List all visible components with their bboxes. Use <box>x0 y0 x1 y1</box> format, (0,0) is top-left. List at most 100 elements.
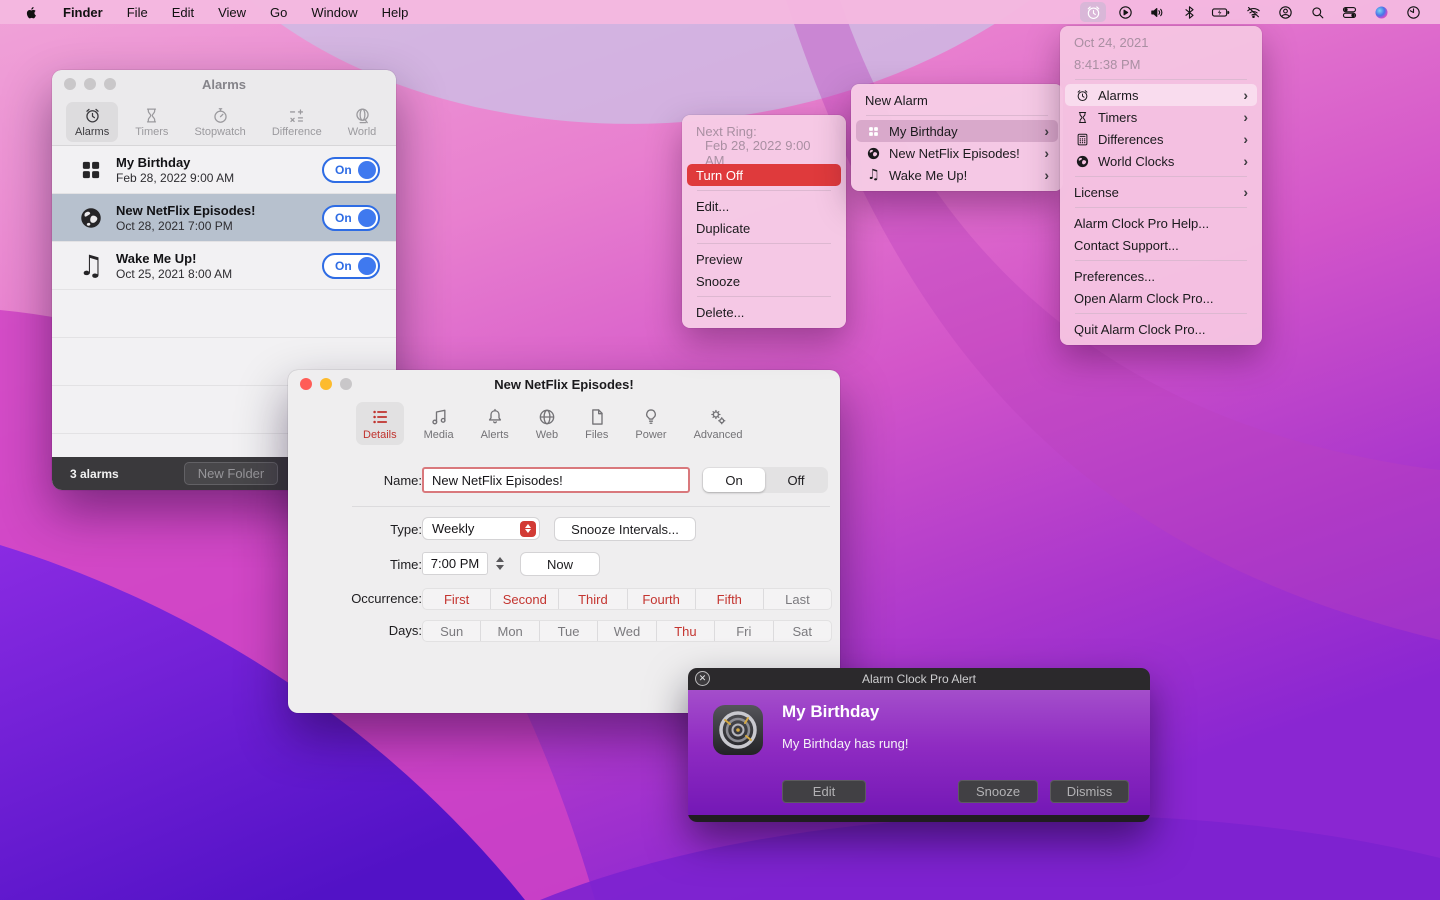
snooze-button[interactable]: Snooze <box>958 780 1038 803</box>
menu-item-help[interactable]: Alarm Clock Pro Help... <box>1065 212 1257 234</box>
zoom-button[interactable] <box>104 78 116 90</box>
toolbar-world[interactable]: World <box>339 102 386 142</box>
battery-charging-icon[interactable] <box>1208 2 1234 22</box>
menu-item-license[interactable]: License› <box>1065 181 1257 203</box>
menu-go[interactable]: Go <box>258 0 299 24</box>
globe-icon <box>865 145 882 162</box>
snooze-intervals-button[interactable]: Snooze Intervals... <box>554 517 696 541</box>
occurrence-third[interactable]: Third <box>558 589 626 609</box>
occurrence-second[interactable]: Second <box>490 589 558 609</box>
tab-details[interactable]: Details <box>356 402 404 445</box>
menu-item-quit[interactable]: Quit Alarm Clock Pro... <box>1065 318 1257 340</box>
alarm-title: My Birthday <box>116 155 234 170</box>
day-sun[interactable]: Sun <box>423 621 480 641</box>
menu-finder[interactable]: Finder <box>51 0 115 24</box>
world-icon <box>353 106 372 125</box>
volume-icon[interactable] <box>1144 2 1170 22</box>
day-sat[interactable]: Sat <box>773 621 831 641</box>
on-segment[interactable]: On <box>703 468 765 492</box>
alarm-row-wake-me-up[interactable]: ♫ Wake Me Up! Oct 25, 2021 8:00 AM On <box>52 242 396 290</box>
alert-footer <box>688 815 1150 822</box>
apple-menu[interactable] <box>12 0 51 24</box>
tab-power[interactable]: Power <box>628 402 673 445</box>
toolbar-stopwatch[interactable]: Stopwatch <box>185 102 254 142</box>
alarm-row-my-birthday[interactable]: My Birthday Feb 28, 2022 9:00 AM On <box>52 146 396 194</box>
menu-file[interactable]: File <box>115 0 160 24</box>
menu-item-duplicate[interactable]: Duplicate <box>687 217 841 239</box>
alarm-toggle[interactable]: On <box>322 253 380 279</box>
day-fri[interactable]: Fri <box>714 621 772 641</box>
menu-item-preferences[interactable]: Preferences... <box>1065 265 1257 287</box>
now-button[interactable]: Now <box>520 552 600 576</box>
alarm-toggle[interactable]: On <box>322 157 380 183</box>
alarm-editor-window: New NetFlix Episodes! Details Media Aler… <box>288 370 840 713</box>
off-segment[interactable]: Off <box>765 468 827 492</box>
day-tue[interactable]: Tue <box>539 621 597 641</box>
minimize-button[interactable] <box>84 78 96 90</box>
menu-edit[interactable]: Edit <box>160 0 206 24</box>
toolbar-difference[interactable]: Difference <box>263 102 331 142</box>
tab-alerts[interactable]: Alerts <box>474 402 516 445</box>
menu-item-alarms[interactable]: Alarms› <box>1065 84 1257 106</box>
occurrence-fifth[interactable]: Fifth <box>695 589 763 609</box>
bluetooth-icon[interactable] <box>1176 2 1202 22</box>
menu-item-my-birthday[interactable]: My Birthday› <box>856 120 1058 142</box>
menu-view[interactable]: View <box>206 0 258 24</box>
tab-web[interactable]: Web <box>529 402 565 445</box>
menu-item-edit[interactable]: Edit... <box>687 195 841 217</box>
submenu-chevron-icon: › <box>1044 145 1049 161</box>
dropdown-arrows-icon <box>520 521 536 537</box>
edit-button[interactable]: Edit <box>782 780 866 803</box>
tab-advanced[interactable]: Advanced <box>687 402 750 445</box>
search-icon[interactable] <box>1304 2 1330 22</box>
menu-window[interactable]: Window <box>299 0 369 24</box>
menu-item-differences[interactable]: Differences› <box>1065 128 1257 150</box>
menu-item-new-netflix[interactable]: New NetFlix Episodes!› <box>856 142 1058 164</box>
wifi-off-icon[interactable] <box>1240 2 1266 22</box>
type-dropdown[interactable]: Weekly <box>422 517 540 540</box>
toolbar-timers[interactable]: Timers <box>126 102 177 142</box>
alarm-toggle[interactable]: On <box>322 205 380 231</box>
menu-item-snooze[interactable]: Snooze <box>687 270 841 292</box>
menu-item-open-alarm-clock-pro[interactable]: Open Alarm Clock Pro... <box>1065 287 1257 309</box>
toolbar-alarms[interactable]: Alarms <box>66 102 118 142</box>
alarm-row-netflix[interactable]: New NetFlix Episodes! Oct 28, 2021 7:00 … <box>52 194 396 242</box>
close-button[interactable] <box>64 78 76 90</box>
occurrence-fourth[interactable]: Fourth <box>627 589 695 609</box>
time-field[interactable]: 7:00 PM <box>422 552 488 575</box>
occurrence-first[interactable]: First <box>423 589 490 609</box>
menu-date: Oct 24, 2021 <box>1065 31 1257 53</box>
user-circle-icon[interactable] <box>1272 2 1298 22</box>
occurrence-last[interactable]: Last <box>763 589 831 609</box>
siri-icon[interactable] <box>1368 2 1394 22</box>
control-center-icon[interactable] <box>1336 2 1362 22</box>
menu-item-timers[interactable]: Timers› <box>1065 106 1257 128</box>
menu-item-wake-me-up[interactable]: ♫ Wake Me Up!› <box>856 164 1058 186</box>
new-alarm-header[interactable]: New Alarm <box>856 89 1058 111</box>
play-circle-icon[interactable] <box>1112 2 1138 22</box>
clock-icon[interactable] <box>1400 2 1426 22</box>
dismiss-button[interactable]: Dismiss <box>1050 780 1129 803</box>
tab-files[interactable]: Files <box>578 402 615 445</box>
menu-help[interactable]: Help <box>370 0 421 24</box>
menu-item-preview[interactable]: Preview <box>687 248 841 270</box>
day-thu[interactable]: Thu <box>656 621 714 641</box>
menu-item-world-clocks[interactable]: World Clocks› <box>1065 150 1257 172</box>
bulb-icon <box>641 407 661 427</box>
minimize-button[interactable] <box>320 378 332 390</box>
close-icon[interactable]: ✕ <box>695 671 710 686</box>
close-button[interactable] <box>300 378 312 390</box>
name-input[interactable] <box>422 467 690 493</box>
day-mon[interactable]: Mon <box>480 621 538 641</box>
alarm-clock-menu-icon[interactable] <box>1080 2 1106 22</box>
day-wed[interactable]: Wed <box>597 621 655 641</box>
tab-media[interactable]: Media <box>417 402 461 445</box>
submenu-chevron-icon: › <box>1243 153 1248 169</box>
zoom-button[interactable] <box>340 378 352 390</box>
time-stepper[interactable] <box>493 552 506 575</box>
menu-item-contact-support[interactable]: Contact Support... <box>1065 234 1257 256</box>
new-folder-button[interactable]: New Folder <box>184 462 278 485</box>
menu-item-turn-off[interactable]: Turn Off <box>687 164 841 186</box>
menu-item-delete[interactable]: Delete... <box>687 301 841 323</box>
alert-heading: My Birthday <box>782 702 879 722</box>
